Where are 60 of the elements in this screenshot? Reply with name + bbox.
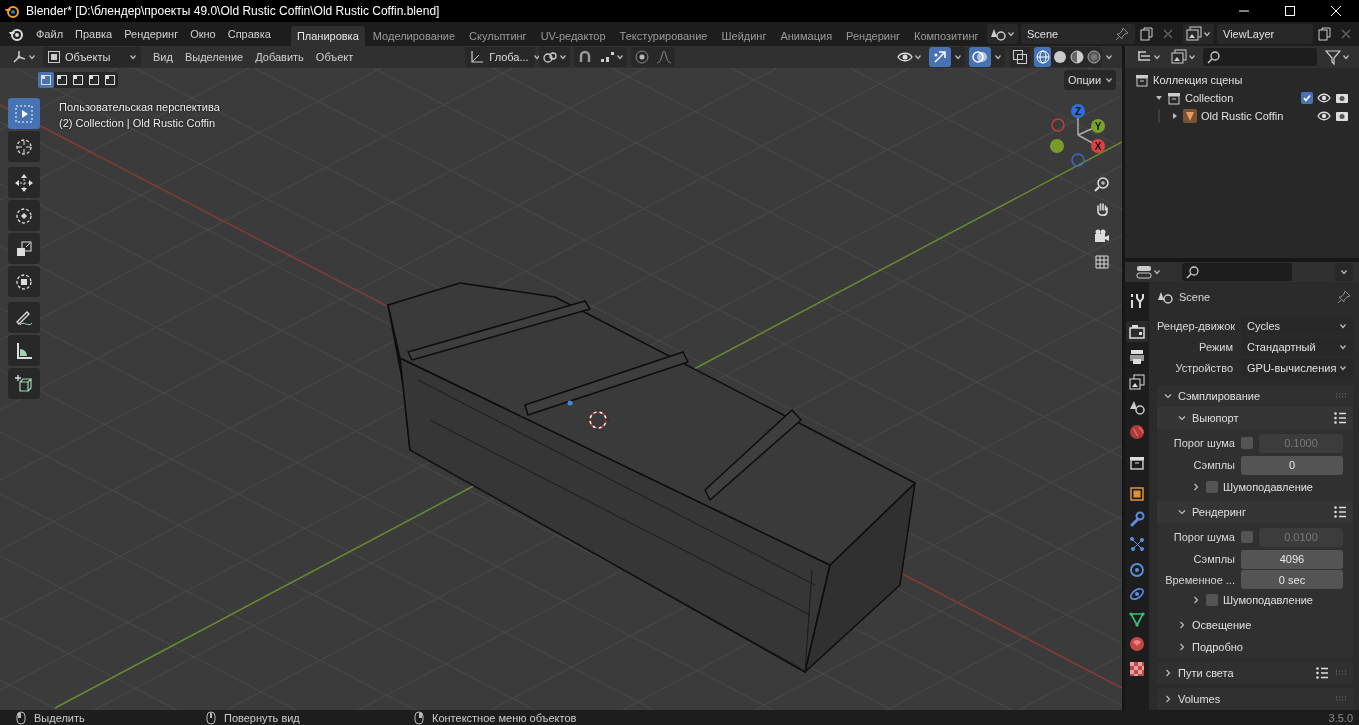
dropdown[interactable]: Cycles [1241,316,1353,335]
viewport-info: (2) Collection | Old Rustic Coffin [59,117,217,129]
field-label: Рендер-движок [1157,319,1237,332]
scene-field[interactable]: Scene [1021,24,1135,44]
menu-item[interactable]: Добавить [249,48,310,66]
field-label: Сэмплы [1192,553,1236,565]
status-hint: Контекстное меню объектов [432,711,577,724]
panel-title[interactable]: Сэмплирование [1178,390,1261,402]
options-dropdown[interactable]: Опции [1064,70,1116,90]
panel-title[interactable]: Освещение [1192,619,1252,631]
navigation-gizmo[interactable]: Z Y X [1050,104,1105,167]
field-label: Сэмплы [1192,459,1236,471]
field-label: Временное ... [1164,573,1236,586]
menu-item[interactable]: Вид [147,48,179,66]
view-layer-field[interactable]: ViewLayer [1217,24,1313,44]
workspace-tab[interactable]: Композитинг [908,26,985,46]
context-label: Scene [1179,291,1211,303]
field-label: Устройство [1174,361,1234,374]
tree-item[interactable]: Old Rustic Coffin [1201,110,1284,122]
status-hint: Выделить [34,711,85,724]
dropdown[interactable]: GPU-вычисления [1241,358,1353,377]
field-label: Порог шума [1172,437,1236,449]
workspace-tab[interactable]: Моделирование [366,26,462,46]
field-value: Scene [1027,28,1060,40]
workspace-tab[interactable]: Анимация [774,26,839,46]
menu-item[interactable]: Выделение [178,48,250,66]
panel-title[interactable]: Шумоподавление [1223,594,1313,606]
menu-item[interactable]: Объект [309,48,360,66]
workspace-tab[interactable]: Текстурирование [613,26,714,46]
window-title: Blender* [D:\блендер\проекты 49.0\Old Rustic Coffin\Old Rustic Coffin.blend] [26,4,440,18]
workspace-tab[interactable]: Планировка [290,26,365,46]
tree-item[interactable]: Коллекция сцены [1153,74,1243,86]
panel-title[interactable]: Пути света [1178,667,1234,679]
version-label: 3.5.0 [1328,711,1353,724]
status-hint: Повернуть вид [224,711,300,724]
field-value: ViewLayer [1223,28,1276,40]
viewport-info: Пользовательская перспектива [59,101,220,113]
panel-title[interactable]: Выюпорт [1192,412,1239,424]
panel-title[interactable]: Подробно [1192,641,1243,653]
field-label: Порог шума [1172,531,1236,543]
dropdown[interactable]: Стандартный [1241,337,1353,356]
menu-item[interactable]: Рендеринг [118,25,185,43]
menu-item[interactable]: Правка [69,25,119,43]
number-field[interactable]: 0 sec [1241,570,1343,589]
menu-item[interactable]: Окно [184,25,222,43]
workspace-tab[interactable]: Рендеринг [840,26,907,46]
mode-dropdown[interactable]: Объекты [43,47,141,67]
panel-title[interactable]: Рендеринг [1192,506,1246,518]
number-field[interactable]: 0 [1241,455,1343,475]
menu-item[interactable]: Файл [30,25,70,43]
workspace-tab[interactable]: Скульптинг [463,26,533,46]
panel-title[interactable]: Volumes [1178,693,1221,705]
number-field[interactable]: 4096 [1241,549,1343,569]
orientation-dropdown[interactable]: Глоба... [465,47,536,67]
workspace-tab[interactable]: UV-редактор [534,26,612,46]
field-label: Режим [1198,340,1234,353]
panel-title[interactable]: Шумоподавление [1223,481,1313,493]
workspace-tab[interactable]: Шейдинг [715,26,773,46]
menu-item[interactable]: Справка [221,25,277,43]
tree-item[interactable]: Collection [1185,92,1234,104]
